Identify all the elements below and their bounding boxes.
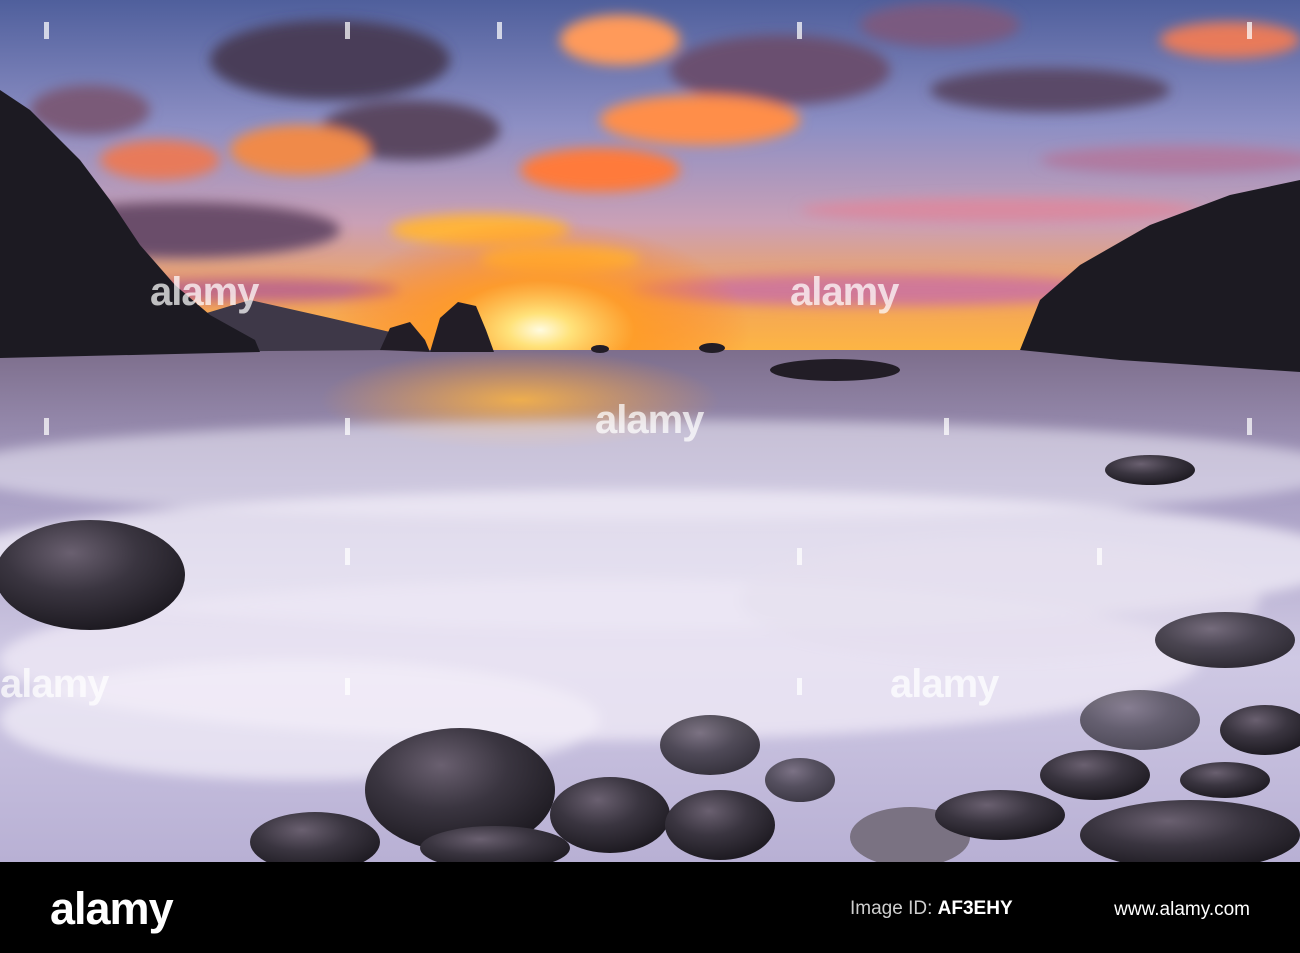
image-id: Image ID: AF3EHY	[850, 896, 1013, 922]
sunset-seascape-photo	[0, 0, 1300, 862]
stock-footer-bar: alamy Image ID: AF3EHY www.alamy.com	[0, 862, 1300, 953]
image-id-label: Image ID:	[850, 898, 933, 919]
image-id-value: AF3EHY	[937, 898, 1013, 919]
brand-logo: alamy	[50, 883, 174, 934]
stock-site-url[interactable]: www.alamy.com	[1114, 898, 1250, 922]
stock-photo-page: alamy alamy alamy alamy alamy alamy Imag…	[0, 0, 1300, 953]
